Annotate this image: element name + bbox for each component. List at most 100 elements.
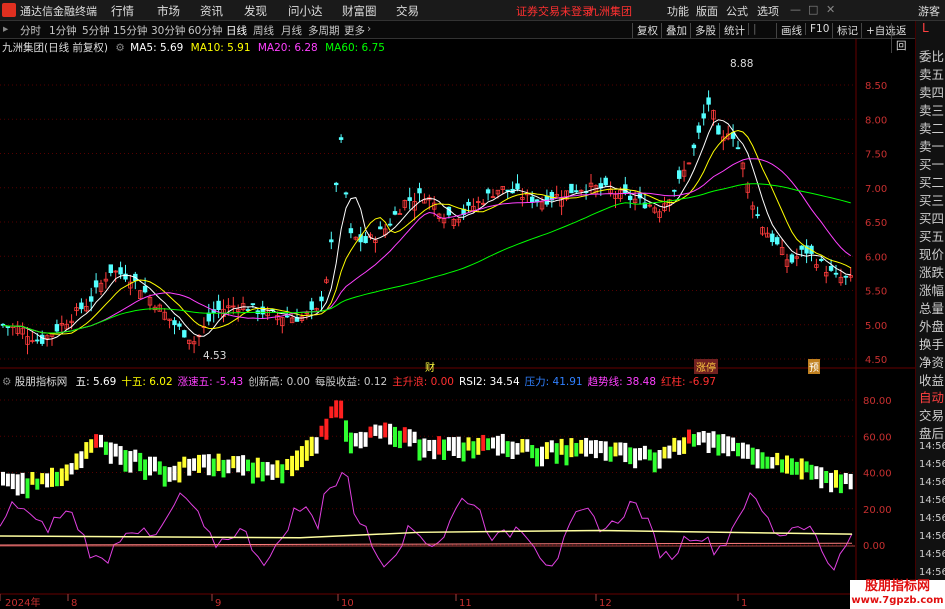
tool-huaxian[interactable]: 画线 xyxy=(776,23,802,38)
time-label-4: 11 xyxy=(459,598,472,609)
more-chevron-icon[interactable]: › xyxy=(367,23,371,35)
tool-fuquan[interactable]: 复权 xyxy=(632,23,658,38)
indicator-bar xyxy=(736,442,740,457)
indicator-bar xyxy=(819,467,824,489)
minimize-icon[interactable]: — xyxy=(790,3,801,16)
indicator-bar xyxy=(339,400,344,419)
indicator-bar xyxy=(633,448,638,469)
marker-cai[interactable]: 财 xyxy=(425,359,435,374)
settings-gear-icon[interactable]: ⚙ xyxy=(115,42,124,54)
indicator-bar xyxy=(843,472,848,485)
indicator-bar xyxy=(500,433,505,454)
ma5-label: MA5: 5.69 xyxy=(130,42,184,54)
indicator-bar xyxy=(760,452,765,469)
period-monthly[interactable]: 月线 xyxy=(281,23,302,38)
panel-top-label[interactable]: L xyxy=(916,21,945,43)
tool-f10[interactable]: F10 xyxy=(805,23,829,35)
marker-zhangting[interactable]: 涨停 xyxy=(694,359,718,374)
indicator-bar xyxy=(613,442,618,457)
indicator-bar xyxy=(451,437,456,456)
maximize-icon[interactable]: □ xyxy=(808,3,818,16)
indicator-bar xyxy=(40,473,45,485)
indicator-bar xyxy=(236,456,241,473)
indicator-bar xyxy=(789,458,794,475)
indicator-bar xyxy=(172,465,177,481)
candle-body xyxy=(770,233,775,243)
candle-body xyxy=(348,228,354,234)
app-logo-icon xyxy=(2,3,16,17)
menu-item-xuanxiang[interactable]: 选项 xyxy=(757,3,779,19)
menu-item-gongneng[interactable]: 功能 xyxy=(667,3,689,19)
menu-item-faxian[interactable]: 发现 xyxy=(244,3,267,19)
tool-duogu[interactable]: 多股 xyxy=(690,23,716,38)
indicator-bar xyxy=(564,445,569,466)
candle-body xyxy=(5,326,11,328)
period-weekly[interactable]: 周线 xyxy=(253,23,274,38)
indicator-bar xyxy=(491,437,495,449)
menu-item-shichang[interactable]: 市场 xyxy=(157,3,180,19)
guest-label[interactable]: 游客 xyxy=(918,3,940,19)
indicator-bar xyxy=(295,450,299,471)
candle-body xyxy=(142,285,148,293)
quote-label-16: 换手 xyxy=(919,337,945,352)
indicator-bar xyxy=(755,449,760,469)
period-30min[interactable]: 30分钟 xyxy=(151,23,185,38)
panel-tab-1[interactable]: 交易 xyxy=(919,405,944,424)
candle-body xyxy=(79,302,84,310)
indicator-bar xyxy=(481,434,486,451)
period-15min[interactable]: 15分钟 xyxy=(113,23,147,38)
period-daily[interactable]: 日线 xyxy=(226,23,247,38)
indicator-bar xyxy=(50,467,54,487)
indicator-bar xyxy=(848,473,853,490)
indicator-bar xyxy=(446,437,451,451)
candle-body xyxy=(108,264,113,274)
period-multi[interactable]: 多周期 xyxy=(308,23,340,38)
candle-body xyxy=(182,330,187,338)
tool-diejia[interactable]: 叠加 xyxy=(661,23,687,38)
indicator-toggle-icon[interactable]: ⚙ xyxy=(2,376,11,388)
indicator-bar xyxy=(721,434,726,454)
candle-body xyxy=(177,323,182,327)
indicator-bar xyxy=(94,434,99,448)
menu-item-wenxiaoda[interactable]: 问小达 xyxy=(288,3,323,19)
indicator-bar xyxy=(89,439,94,453)
marker-yu[interactable]: 预 xyxy=(808,359,820,374)
indicator-bar xyxy=(113,443,118,457)
indicator-bar xyxy=(809,464,814,480)
period-more[interactable]: 更多 xyxy=(344,23,365,38)
menu-item-caifuquan[interactable]: 财富圈 xyxy=(342,3,377,19)
period-60min[interactable]: 60分钟 xyxy=(188,23,222,38)
indicator-bar xyxy=(299,446,304,468)
indicator-bar xyxy=(486,438,491,451)
kline-chart[interactable]: 8.508.007.507.006.506.005.505.004.50 80.… xyxy=(0,39,915,609)
close-icon[interactable]: ✕ xyxy=(826,3,835,16)
menu-item-zixun[interactable]: 资讯 xyxy=(200,3,223,19)
price-tick-0: 8.50 xyxy=(865,81,887,92)
menu-item-jiaoyi[interactable]: 交易 xyxy=(396,3,419,19)
low-price-label: 4.53 xyxy=(203,350,227,362)
indicator-bar xyxy=(157,461,162,475)
indicator-bar xyxy=(442,439,446,460)
indicator-tick-3: 20.00 xyxy=(863,505,892,516)
indicator-header: ⚙ 股朋指标网 五: 5.69 十五: 6.02 涨速五: -5.43 创新高: 0.… xyxy=(2,374,716,389)
tool-biaoji[interactable]: 标记 xyxy=(832,23,858,38)
period-1min[interactable]: 1分钟 xyxy=(49,23,77,38)
quote-label-5: 卖一 xyxy=(919,139,945,154)
menu-item-hangqing[interactable]: 行情 xyxy=(111,3,134,19)
menu-item-banmian[interactable]: 版面 xyxy=(696,3,718,19)
indicator-bar xyxy=(814,466,819,480)
menu-item-gongshi[interactable]: 公式 xyxy=(726,3,748,19)
indicator-bar xyxy=(780,459,785,473)
toolbar-toggle-icon[interactable]: ▸ xyxy=(3,23,8,35)
tool-tongji[interactable]: 统计 xyxy=(719,23,745,38)
panel-tab-0[interactable]: 自动 xyxy=(919,387,944,406)
login-status[interactable]: 证券交易未登录 xyxy=(516,3,593,19)
period-fenshi[interactable]: 分时 xyxy=(20,23,41,38)
indicator-bar xyxy=(770,457,775,469)
period-5min[interactable]: 5分钟 xyxy=(82,23,110,38)
indicator-bar xyxy=(231,456,236,469)
price-tick-7: 5.00 xyxy=(865,321,887,332)
candle-body xyxy=(118,267,123,275)
panel-tab-2[interactable]: 盘后 xyxy=(919,423,944,442)
candle-body xyxy=(216,300,221,311)
